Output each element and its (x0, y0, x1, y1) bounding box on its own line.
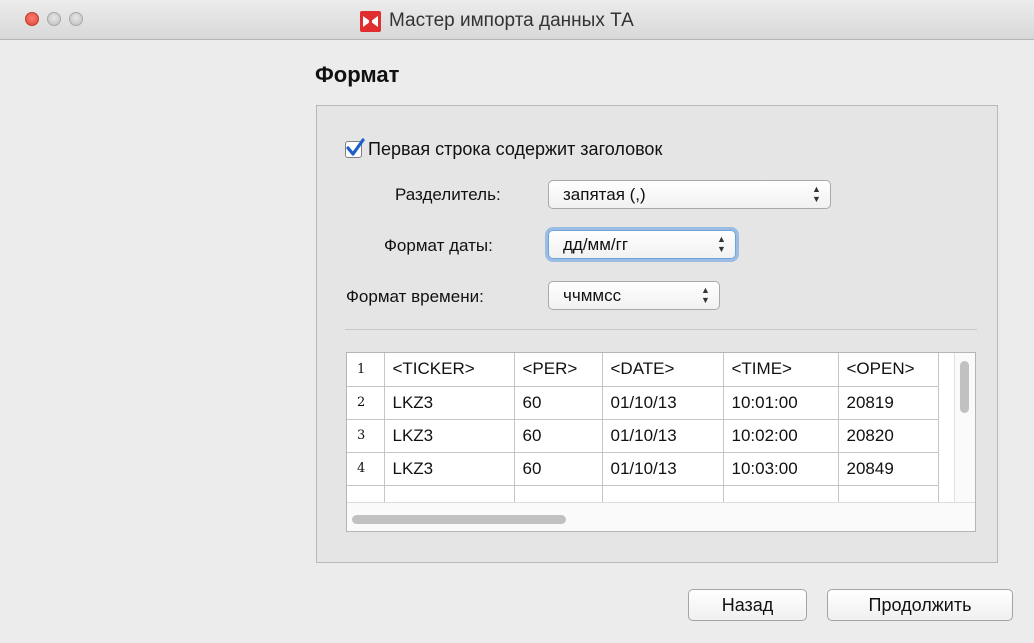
table-cell: 01/10/13 (602, 386, 724, 420)
table-cell: <OPEN> (838, 353, 939, 387)
row-number: 2 (347, 386, 385, 420)
delimiter-select[interactable]: запятая (,) ▲ ▼ (548, 180, 831, 209)
table-cell: 60 (514, 386, 603, 420)
window-title: Мастер импорта данных ТА (389, 10, 634, 31)
vertical-scroll-thumb[interactable] (960, 361, 969, 413)
table-cell: 10:01:00 (723, 386, 839, 420)
date-format-value: дд/мм/гг (563, 235, 629, 254)
table-row[interactable]: 3 LKZ3 60 01/10/13 10:02:00 20820 (347, 419, 939, 453)
table-cell: <TICKER> (384, 353, 515, 387)
table-cell: LKZ3 (384, 419, 515, 453)
page-title: Формат (315, 62, 400, 87)
updown-arrows-icon: ▲ ▼ (717, 234, 726, 254)
row-number: 4 (347, 452, 385, 486)
table-cell: <DATE> (602, 353, 724, 387)
table-cell: 10:03:00 (723, 452, 839, 486)
updown-arrows-icon: ▲ ▼ (701, 285, 710, 305)
date-format-select[interactable]: дд/мм/гг ▲ ▼ (548, 230, 736, 259)
time-format-value: ччммсс (563, 286, 622, 305)
table-cell: 60 (514, 452, 603, 486)
title-bar: Мастер импорта данных ТА (0, 0, 1034, 40)
table-cell: 20849 (838, 452, 939, 486)
time-format-select[interactable]: ччммсс ▲ ▼ (548, 281, 720, 310)
horizontal-scrollbar[interactable] (347, 502, 975, 531)
checkmark-icon (346, 138, 365, 156)
window-title-group: Мастер импорта данных ТА (360, 9, 634, 33)
date-format-label: Формат даты: (384, 236, 493, 255)
delimiter-label: Разделитель: (395, 185, 501, 204)
table-row[interactable]: 4 LKZ3 60 01/10/13 10:03:00 20849 (347, 452, 939, 486)
minimize-window-button[interactable] (47, 12, 61, 26)
row-number: 1 (347, 353, 385, 387)
table-cell: LKZ3 (384, 452, 515, 486)
table-row[interactable]: 1 <TICKER> <PER> <DATE> <TIME> <OPEN> (347, 353, 939, 387)
header-checkbox[interactable] (345, 138, 365, 158)
zoom-window-button[interactable] (69, 12, 83, 26)
table-cell: 01/10/13 (602, 419, 724, 453)
table-cell: <PER> (514, 353, 603, 387)
table-cell: <TIME> (723, 353, 839, 387)
preview-table[interactable]: 1 <TICKER> <PER> <DATE> <TIME> <OPEN> 2 … (346, 352, 976, 532)
updown-arrows-icon: ▲ ▼ (812, 184, 821, 204)
app-logo-icon (360, 10, 381, 32)
table-cell: 20820 (838, 419, 939, 453)
row-number: 3 (347, 419, 385, 453)
table-cell: 10:02:00 (723, 419, 839, 453)
header-checkbox-label: Первая строка содержит заголовок (368, 139, 663, 159)
header-checkbox-row[interactable]: Первая строка содержит заголовок (345, 138, 663, 160)
back-button[interactable]: Назад (688, 589, 807, 621)
table-cell: 60 (514, 419, 603, 453)
table-cell: LKZ3 (384, 386, 515, 420)
delimiter-value: запятая (,) (563, 185, 646, 204)
time-format-label: Формат времени: (346, 287, 484, 306)
table-cell: 20819 (838, 386, 939, 420)
table-cell: 01/10/13 (602, 452, 724, 486)
horizontal-scroll-thumb[interactable] (352, 515, 566, 524)
vertical-scrollbar[interactable] (954, 353, 975, 503)
table-row[interactable]: 2 LKZ3 60 01/10/13 10:01:00 20819 (347, 386, 939, 420)
close-window-button[interactable] (25, 12, 39, 26)
continue-button[interactable]: Продолжить (827, 589, 1013, 621)
separator (345, 329, 977, 330)
